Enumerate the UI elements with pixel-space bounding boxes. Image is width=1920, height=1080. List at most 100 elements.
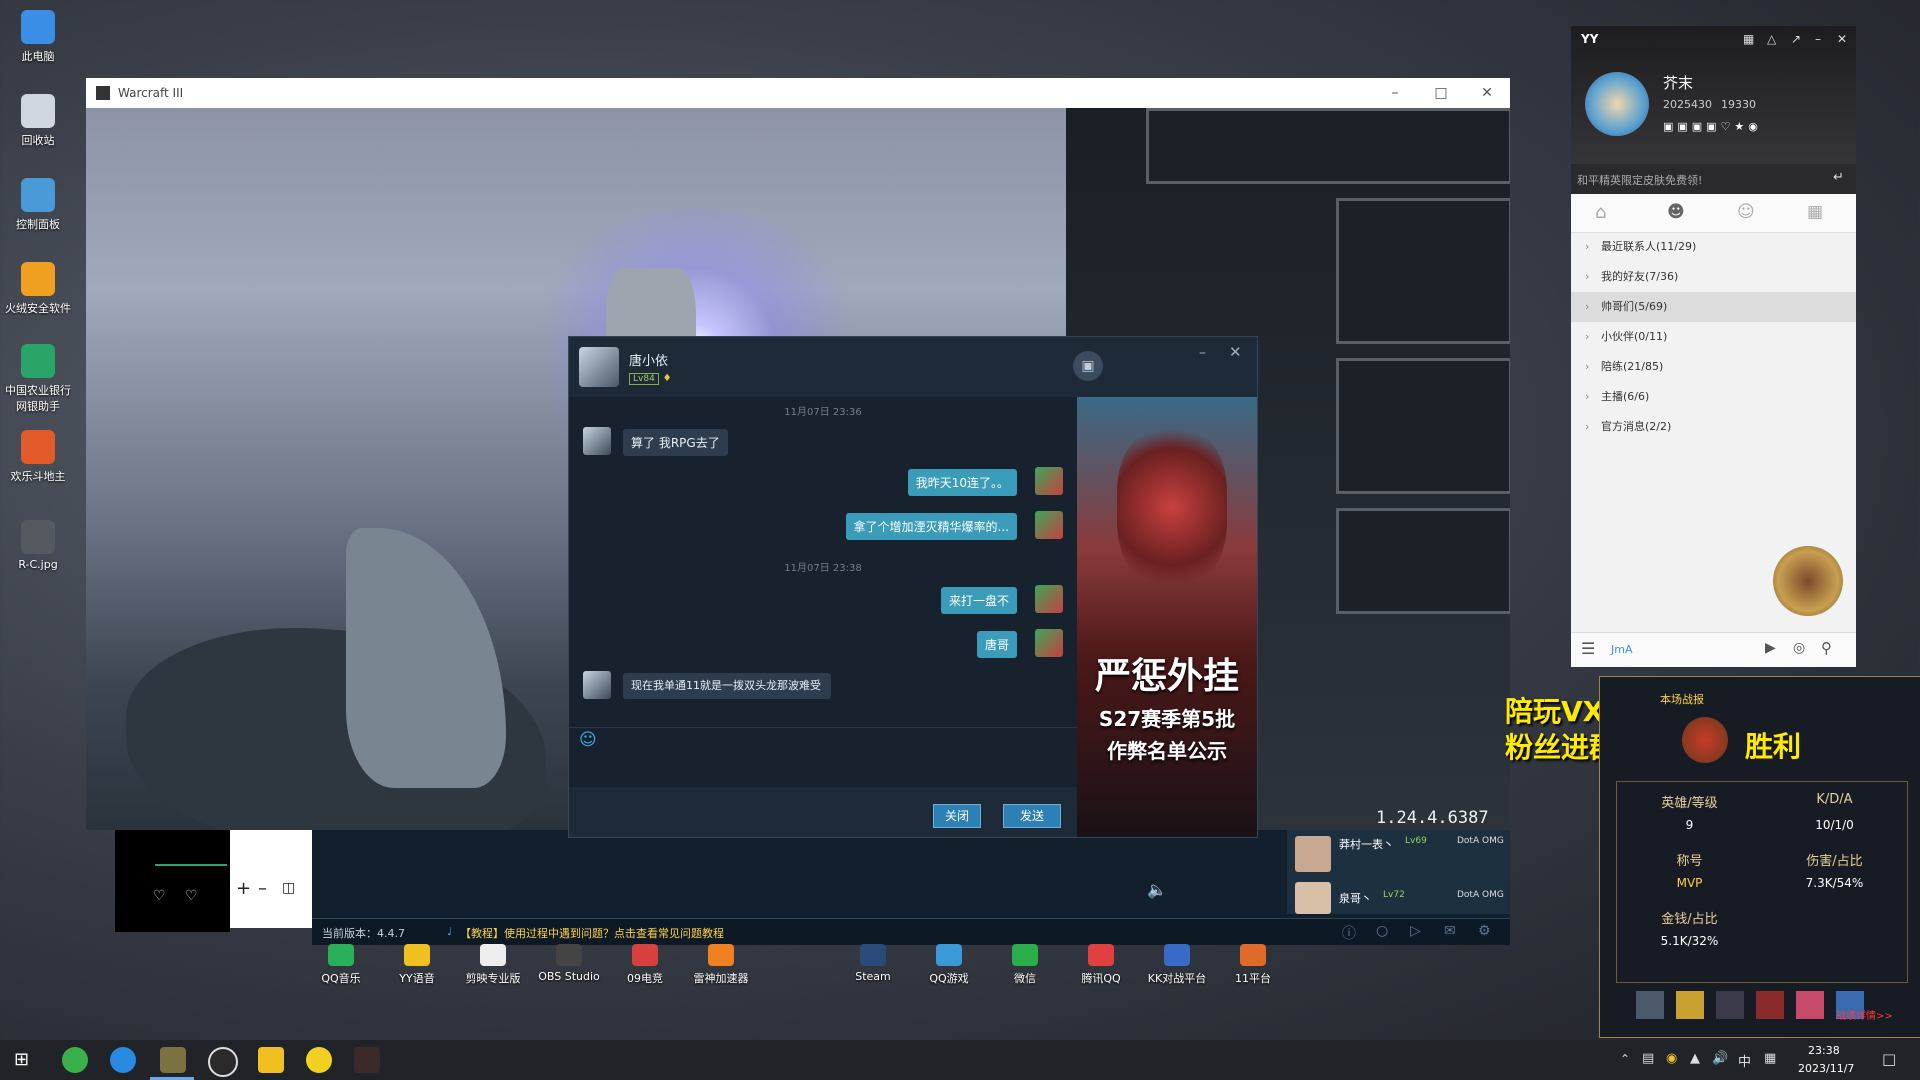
ad-banner[interactable]: 严惩外挂 S27赛季第5批 作弊名单公示 — [1077, 397, 1257, 837]
desktop-icon-recycle-bin[interactable]: 回收站 — [0, 94, 76, 148]
minimize-icon[interactable]: – — [1372, 85, 1418, 101]
yy-icon[interactable] — [404, 944, 430, 966]
info-icon[interactable]: ⓘ — [1342, 923, 1356, 943]
message-list[interactable]: 11月07日 23:36 算了 我RPG去了 我昨天10连了。。 拿了个增加湮灭… — [569, 397, 1077, 787]
minimize-icon[interactable]: – — [1815, 32, 1821, 46]
group-item-selected[interactable]: › 帅哥们(5/69) — [1571, 292, 1856, 322]
yy-panel[interactable]: YY ▦ △ ↗ – ✕ 芥末 2025430 19330 ▣▣▣▣♡★◉ 和平… — [1571, 26, 1856, 667]
steam-icon[interactable] — [860, 944, 886, 966]
group-item[interactable]: › 主播(6/6) — [1571, 382, 1856, 412]
mail-icon[interactable]: ✉ — [1444, 923, 1456, 939]
desktop-icon-image-file[interactable]: R-C.jpg — [0, 520, 76, 571]
contact-avatar[interactable] — [583, 671, 611, 699]
close-button[interactable]: 关闭 — [933, 804, 981, 828]
qq-icon[interactable] — [1088, 944, 1114, 966]
item-slot[interactable] — [1756, 991, 1784, 1019]
desktop-icon-control-panel[interactable]: 控制面板 — [0, 178, 76, 232]
close-icon[interactable]: ✕ — [1837, 32, 1847, 46]
apps-icon[interactable]: ▦ — [1807, 202, 1823, 222]
self-avatar[interactable] — [1035, 467, 1063, 495]
player-name[interactable]: 莽村一表丶 — [1339, 836, 1394, 852]
group-icon[interactable]: ☺ — [1737, 202, 1755, 222]
self-avatar[interactable] — [1035, 585, 1063, 613]
detail-link[interactable]: 战绩详情>> — [1836, 1007, 1893, 1022]
message-bubble[interactable]: 唐哥 — [976, 631, 1017, 658]
video-icon[interactable]: ▶ — [1765, 640, 1776, 656]
item-slot[interactable] — [1636, 991, 1664, 1019]
warcraft-titlebar[interactable]: Warcraft III – □ ✕ — [86, 78, 1510, 108]
group-item[interactable]: › 小伙伴(0/11) — [1571, 322, 1856, 352]
speedometer-icon[interactable] — [208, 1047, 238, 1077]
skin-icon[interactable]: ▦ — [1743, 32, 1754, 46]
minimize-icon[interactable]: – — [1199, 345, 1206, 361]
desktop-icon-doudizhu[interactable]: 欢乐斗地主 — [0, 430, 76, 484]
target-icon[interactable]: ◎ — [1793, 640, 1805, 656]
avatar[interactable] — [1585, 72, 1649, 136]
windows-start-icon[interactable]: ⊞ — [14, 1049, 29, 1070]
app-label[interactable]: 雷神加速器 — [686, 970, 756, 986]
desktop-icon-huorong[interactable]: 火绒安全软件 — [0, 262, 76, 316]
menu-icon[interactable]: ☰ — [1581, 639, 1595, 658]
footer-link[interactable]: JmA — [1611, 643, 1632, 656]
player-name[interactable]: 泉哥丶 — [1339, 890, 1372, 906]
group-item[interactable]: › 官方消息(2/2) — [1571, 412, 1856, 442]
group-item[interactable]: › 我的好友(7/36) — [1571, 262, 1856, 292]
self-avatar[interactable] — [1035, 629, 1063, 657]
home-icon[interactable]: ⌂ — [1595, 202, 1606, 223]
shield-icon[interactable]: ○ — [1376, 923, 1388, 939]
notice-bar[interactable]: 和平精英限定皮肤免费领! ↵ — [1571, 164, 1856, 194]
message-bubble[interactable]: 算了 我RPG去了 — [623, 429, 728, 456]
maximize-icon[interactable]: □ — [1418, 85, 1464, 101]
chat-header[interactable]: 唐小依 Lv84 ♦ ▣ – ✕ — [569, 337, 1257, 397]
chat-window[interactable]: 唐小依 Lv84 ♦ ▣ – ✕ 11月07日 23:36 算了 我RPG去了 … — [568, 336, 1258, 838]
group-item[interactable]: › 陪练(21/85) — [1571, 352, 1856, 382]
message-bubble[interactable]: 来打一盘不 — [940, 587, 1017, 614]
platform-11-icon[interactable] — [1240, 944, 1266, 966]
expand-icon[interactable]: ↗ — [1791, 32, 1801, 46]
network-icon[interactable]: ▤ — [1642, 1051, 1654, 1066]
kk-platform-icon[interactable] — [1164, 944, 1190, 966]
item-slot[interactable] — [1716, 991, 1744, 1019]
app-label[interactable]: 11平台 — [1218, 970, 1288, 986]
jianying-icon[interactable] — [480, 944, 506, 966]
app-label[interactable]: KK对战平台 — [1142, 970, 1212, 986]
esports-icon[interactable] — [632, 944, 658, 966]
item-slot[interactable] — [1676, 991, 1704, 1019]
notification-icon[interactable]: □ — [1882, 1050, 1896, 1068]
emoji-icon[interactable]: ☺ — [579, 730, 597, 750]
game-badge[interactable] — [1773, 546, 1843, 616]
app-label[interactable]: OBS Studio — [534, 970, 604, 983]
app-label[interactable]: 腾讯QQ — [1066, 970, 1136, 986]
wechat-icon[interactable] — [1012, 944, 1038, 966]
desktop-icon-this-pc[interactable]: 此电脑 — [0, 10, 76, 64]
minus-icon[interactable]: – — [258, 878, 267, 899]
app-label[interactable]: QQ音乐 — [306, 970, 376, 986]
heart-icon[interactable]: ♡ — [185, 888, 198, 904]
message-bubble[interactable]: 现在我单通11就是一拨双头龙那波难受 — [623, 673, 831, 699]
contact-avatar[interactable] — [583, 427, 611, 455]
shirt-icon[interactable]: △ — [1767, 32, 1776, 46]
browser-icon[interactable] — [62, 1047, 88, 1073]
app-label[interactable]: 09电竞 — [610, 970, 680, 986]
chevron-up-icon[interactable]: ⌃ — [1620, 1052, 1630, 1066]
item-slot[interactable] — [1796, 991, 1824, 1019]
app-taskbar-icon[interactable] — [306, 1047, 332, 1073]
app-label[interactable]: QQ游戏 — [914, 970, 984, 986]
enter-icon[interactable]: ↵ — [1833, 170, 1844, 185]
app-label[interactable]: 剪映专业版 — [458, 970, 528, 986]
close-icon[interactable]: ✕ — [1464, 85, 1510, 101]
gear-icon[interactable]: ⚙ — [1478, 923, 1491, 939]
search-icon[interactable]: ⚲ — [1821, 639, 1832, 657]
clock-date[interactable]: 2023/11/7 — [1798, 1062, 1854, 1075]
close-icon[interactable]: ✕ — [1229, 343, 1242, 361]
volume-icon[interactable]: 🔊 — [1712, 1051, 1728, 1066]
contact-avatar[interactable] — [579, 347, 619, 387]
app-label[interactable]: YY语音 — [382, 970, 452, 986]
contact-icon[interactable]: ☻ — [1667, 202, 1685, 222]
accelerator-icon[interactable] — [708, 944, 734, 966]
ime-indicator[interactable]: 中 — [1738, 1051, 1751, 1070]
game-taskbar-icon[interactable] — [354, 1047, 380, 1073]
panel-icon[interactable]: ◫ — [282, 880, 295, 896]
message-bubble[interactable]: 拿了个增加湮灭精华爆率的... — [845, 513, 1017, 540]
heart-icon[interactable]: ♡ — [153, 888, 166, 904]
